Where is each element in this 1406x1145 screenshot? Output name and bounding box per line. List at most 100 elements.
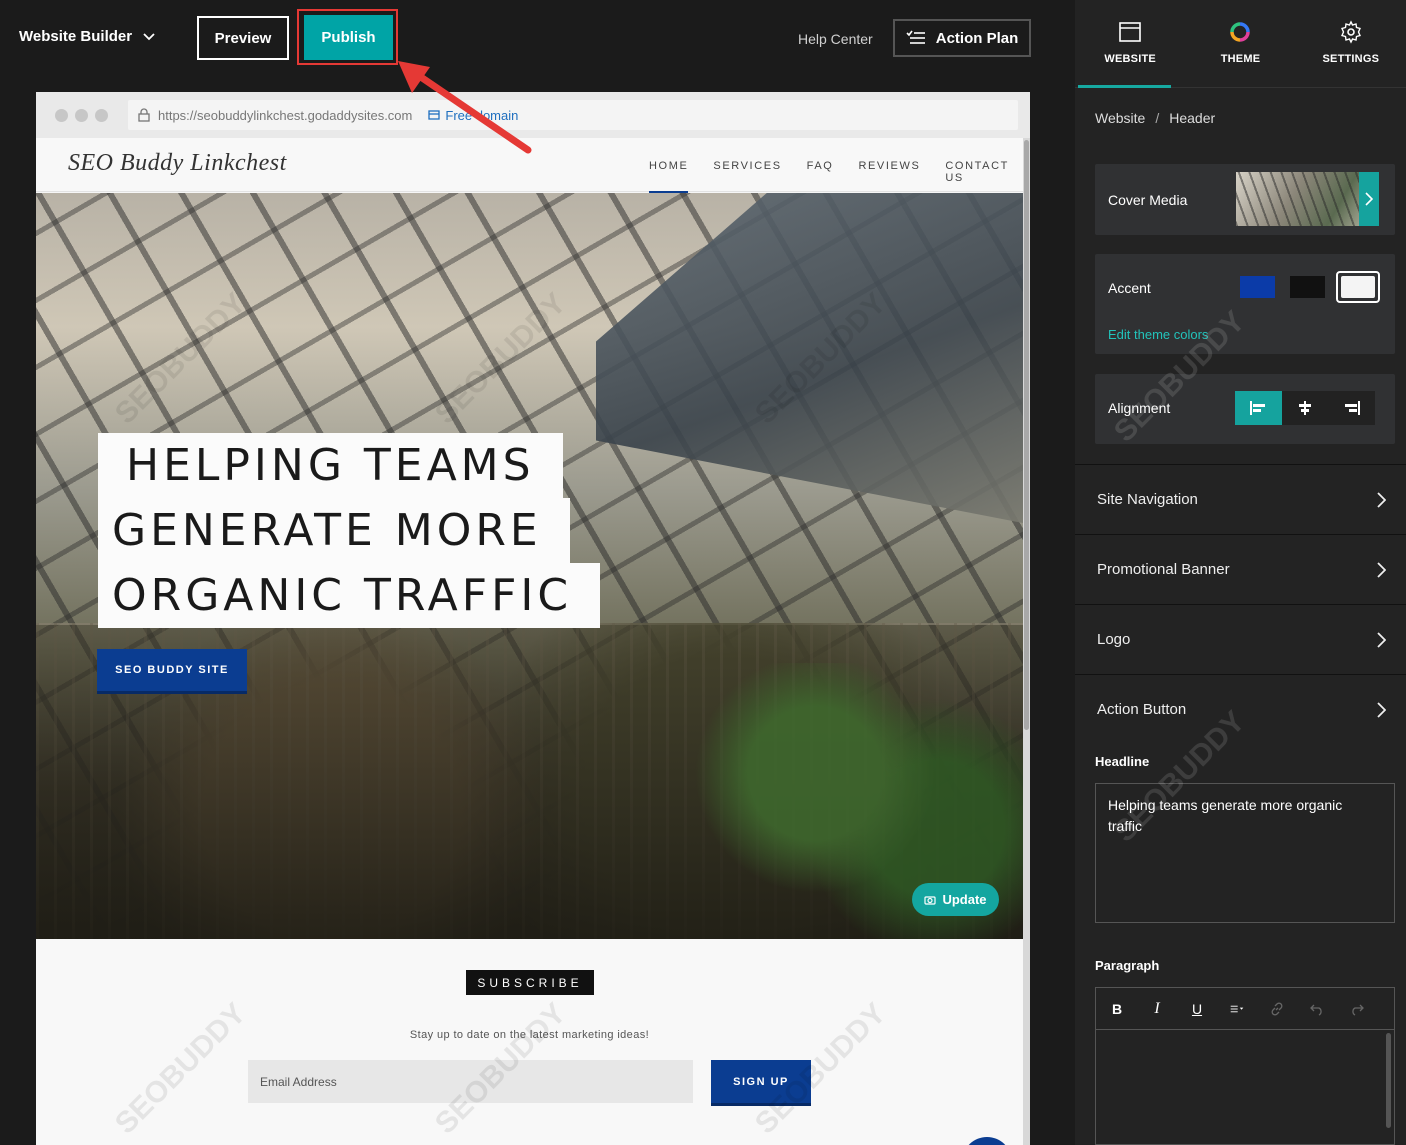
tab-label: THEME: [1220, 53, 1261, 65]
edit-theme-colors-link[interactable]: Edit theme colors: [1108, 327, 1208, 342]
preview-scrollbar-thumb[interactable]: [1024, 140, 1029, 730]
site-header[interactable]: SEO Buddy Linkchest HOME SERVICES FAQ RE…: [36, 138, 1023, 193]
paragraph-editor[interactable]: B I U: [1095, 987, 1395, 1145]
cover-media-arrow[interactable]: [1359, 172, 1379, 226]
chat-bubble-icon[interactable]: [962, 1137, 1012, 1145]
nav-faq[interactable]: FAQ: [807, 160, 834, 190]
subscribe-section: SUBSCRIBE Stay up to date on the latest …: [36, 939, 1023, 1145]
promotional-banner-section[interactable]: Promotional Banner: [1075, 534, 1406, 604]
alignment-toggle: [1235, 391, 1375, 425]
chevron-right-icon: [1377, 631, 1386, 648]
headline-line: GENERATE MORE: [98, 498, 570, 563]
paragraph-toolbar: B I U: [1096, 988, 1394, 1030]
breadcrumb-current: Header: [1169, 110, 1216, 126]
nav-home[interactable]: HOME: [649, 160, 689, 193]
action-plan-label: Action Plan: [935, 29, 1019, 47]
cover-media-label: Cover Media: [1108, 192, 1188, 208]
tab-theme[interactable]: THEME: [1185, 0, 1295, 88]
link-icon: [1271, 1002, 1283, 1015]
free-domain-label: Free domain: [445, 107, 519, 123]
url-bar: https://seobuddylinkchest.godaddysites.c…: [128, 100, 1018, 130]
window-dot: [55, 109, 68, 122]
nav-reviews[interactable]: REVIEWS: [858, 160, 920, 190]
align-right-icon: [1344, 401, 1360, 415]
free-domain-link[interactable]: Free domain: [428, 108, 518, 123]
paragraph-label: Paragraph: [1095, 958, 1160, 973]
align-right-button[interactable]: [1328, 391, 1375, 425]
bold-button[interactable]: B: [1110, 1001, 1124, 1017]
hero-section[interactable]: HELPING TEAMS GENERATE MORE ORGANIC TRAF…: [36, 193, 1023, 939]
accent-swatch-blue[interactable]: [1240, 276, 1275, 298]
logo-section[interactable]: Logo: [1075, 604, 1406, 674]
window-dot: [75, 109, 88, 122]
action-plan-button[interactable]: Action Plan: [893, 19, 1031, 57]
list-icon: [1230, 1005, 1244, 1012]
redo-icon: [1352, 1004, 1364, 1016]
subscribe-text: Stay up to date on the latest marketing …: [409, 1029, 650, 1041]
browser-window-icon: [1119, 22, 1141, 42]
update-label: Update: [942, 892, 987, 907]
nav-contact-us[interactable]: CONTACT US: [945, 160, 1023, 190]
preview-button[interactable]: Preview: [197, 16, 289, 60]
accent-swatch-white[interactable]: [1336, 271, 1380, 303]
section-label: Site Navigation: [1097, 491, 1198, 508]
url-text: https://seobuddylinkchest.godaddysites.c…: [158, 107, 413, 123]
chevron-right-icon: [1365, 192, 1373, 206]
breadcrumb-root[interactable]: Website: [1095, 110, 1145, 126]
editor-panel: WEBSITE THEME SETTINGS Website / Header …: [1075, 0, 1406, 1145]
chevron-right-icon: [1377, 491, 1386, 508]
site-navigation-section[interactable]: Site Navigation: [1075, 464, 1406, 534]
alignment-label: Alignment: [1108, 400, 1171, 416]
publish-button[interactable]: Publish: [304, 15, 393, 60]
browser-bar: https://seobuddylinkchest.godaddysites.c…: [36, 92, 1030, 138]
panel-tabs: WEBSITE THEME SETTINGS: [1075, 0, 1406, 88]
checklist-icon: [906, 30, 925, 44]
accent-card: Accent Edit theme colors: [1095, 254, 1395, 354]
align-center-button[interactable]: [1282, 391, 1329, 425]
subscribe-heading: SUBSCRIBE: [466, 970, 594, 995]
chevron-right-icon: [1377, 561, 1386, 578]
sign-up-button[interactable]: SIGN UP: [711, 1060, 811, 1103]
cover-media-card[interactable]: Cover Media: [1095, 164, 1395, 235]
accent-swatch-black[interactable]: [1290, 276, 1325, 298]
hero-headline[interactable]: HELPING TEAMS GENERATE MORE ORGANIC TRAF…: [98, 433, 601, 628]
hero-cta-button[interactable]: SEO BUDDY SITE: [97, 649, 247, 691]
headline-line: ORGANIC TRAFFIC: [98, 563, 601, 628]
chevron-right-icon: [1377, 701, 1386, 718]
gear-icon: [1340, 20, 1361, 44]
help-center-link[interactable]: Help Center: [798, 31, 873, 47]
site-preview: https://seobuddylinkchest.godaddysites.c…: [36, 92, 1030, 1145]
domain-icon: [428, 110, 441, 120]
alignment-card: Alignment: [1095, 374, 1395, 444]
chevron-down-icon: [143, 32, 155, 40]
link-button[interactable]: [1270, 1002, 1284, 1016]
headline-field[interactable]: Helping teams generate more organic traf…: [1095, 783, 1395, 923]
section-label: Promotional Banner: [1097, 561, 1230, 578]
section-label: Logo: [1097, 631, 1131, 648]
lock-icon: [138, 108, 150, 122]
top-bar: Website Builder Preview Publish Help Cen…: [0, 0, 1075, 80]
tab-website[interactable]: WEBSITE: [1075, 0, 1185, 88]
tab-settings[interactable]: SETTINGS: [1296, 0, 1406, 88]
window-dot: [95, 109, 108, 122]
paragraph-scrollbar[interactable]: [1386, 1033, 1391, 1128]
undo-button[interactable]: [1310, 1002, 1324, 1016]
brand-label: Website Builder: [19, 28, 133, 45]
breadcrumb-separator: /: [1155, 110, 1160, 126]
update-cover-button[interactable]: Update: [912, 883, 999, 916]
undo-icon: [1310, 1004, 1322, 1016]
italic-button[interactable]: I: [1150, 1000, 1164, 1018]
website-builder-menu[interactable]: Website Builder: [19, 28, 156, 45]
align-left-button[interactable]: [1235, 391, 1282, 425]
redo-button[interactable]: [1350, 1002, 1364, 1016]
tab-label: WEBSITE: [1104, 53, 1156, 65]
underline-button[interactable]: U: [1190, 1001, 1204, 1017]
action-button-section[interactable]: Action Button: [1075, 674, 1406, 744]
cover-media-thumbnail[interactable]: [1236, 172, 1379, 226]
nav-services[interactable]: SERVICES: [713, 160, 781, 190]
site-logo[interactable]: SEO Buddy Linkchest: [68, 150, 287, 177]
window-dots: [55, 109, 108, 122]
list-dropdown-button[interactable]: [1230, 1002, 1244, 1016]
breadcrumb: Website / Header: [1095, 110, 1215, 126]
email-field[interactable]: [248, 1060, 693, 1103]
